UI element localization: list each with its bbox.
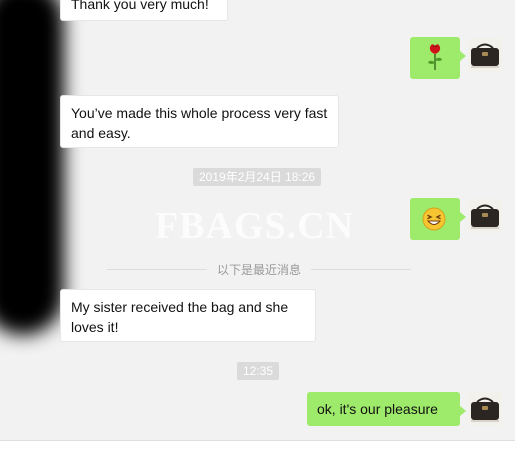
- avatar[interactable]: [468, 392, 502, 426]
- message-outgoing: [410, 198, 466, 240]
- avatar[interactable]: [468, 199, 502, 233]
- watermark: FBAGS.CN: [155, 205, 355, 247]
- rose-icon: [424, 43, 446, 76]
- message-outgoing: [410, 37, 466, 79]
- recent-messages-divider: 以下是最近消息: [107, 260, 412, 278]
- divider-label: 以下是最近消息: [217, 262, 302, 277]
- timestamp: 12:35: [237, 362, 280, 380]
- message-text: ok, it's our pleasure: [317, 401, 438, 417]
- message-text: You’ve made this whole process very fast…: [71, 105, 328, 141]
- message-incoming: My sister received the bag and she loves…: [60, 289, 316, 342]
- message-outgoing: ok, it's our pleasure: [307, 392, 466, 426]
- grin-icon: [422, 207, 446, 236]
- redaction-smudge: [0, 0, 64, 335]
- message-text: Thank you very much!: [71, 0, 209, 12]
- input-area-edge: [0, 440, 515, 453]
- divider-line: [311, 268, 412, 270]
- divider-line: [107, 268, 207, 270]
- timestamp: 2019年2月24日 18:26: [193, 168, 322, 186]
- message-text: My sister received the bag and she loves…: [71, 299, 289, 335]
- avatar[interactable]: [468, 38, 502, 72]
- message-incoming: You’ve made this whole process very fast…: [60, 95, 339, 148]
- message-incoming: Thank you very much!: [60, 0, 228, 21]
